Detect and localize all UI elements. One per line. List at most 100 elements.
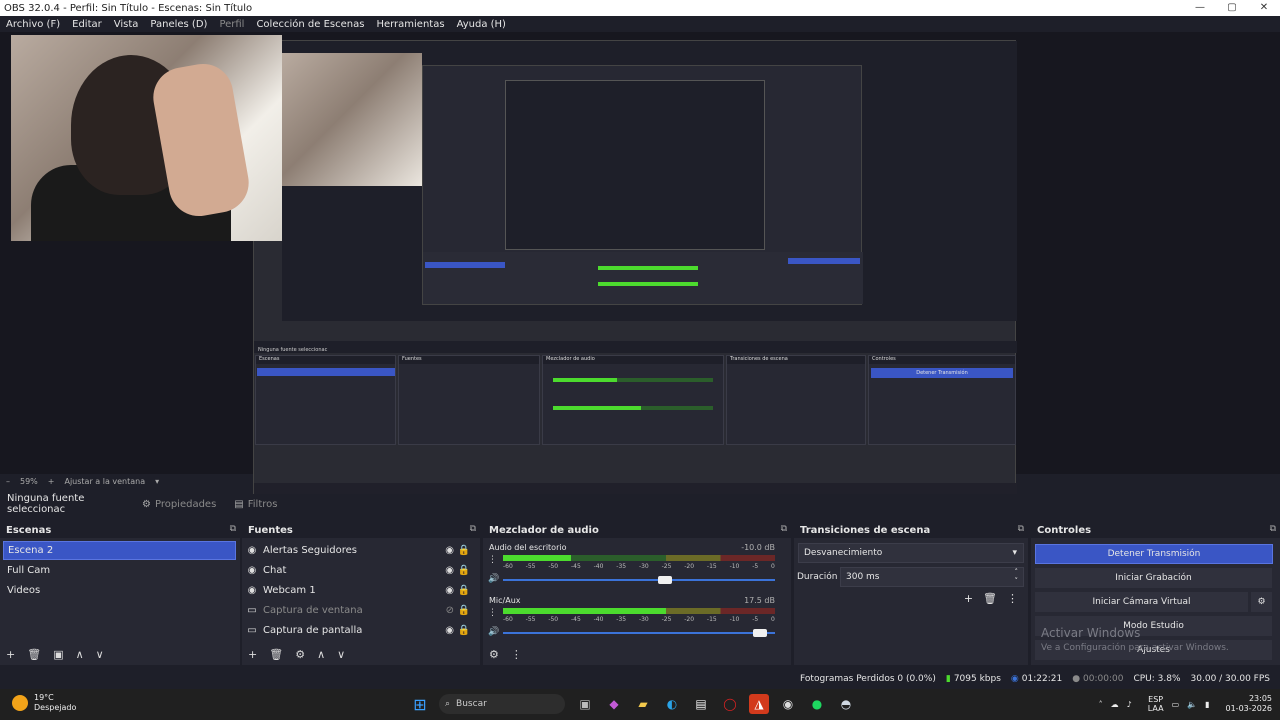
scene-filters-button[interactable]: ▣ [53,648,63,661]
remove-source-button[interactable]: 🗑 [269,648,283,661]
windows-start-icon[interactable]: ⊞ [410,694,430,714]
filters-button[interactable]: ▤ Filtros [234,499,277,510]
window-controls: — ▢ ✕ [1184,0,1280,16]
source-item[interactable]: ◉ Alertas Seguidores ◉ 🔒 [246,541,470,559]
transition-menu-button[interactable]: ⋮ [1007,592,1018,605]
zoom-in-button[interactable]: + [48,477,55,486]
transition-select[interactable]: Desvanecimiento ▾ [798,543,1024,563]
source-item[interactable]: ◉ Webcam 1 ◉ 🔒 [246,581,470,599]
duration-input[interactable]: 300 ms ˄ ˅ [840,567,1024,587]
source-item[interactable]: ▭ Captura de pantalla ◉ 🔒 [246,621,470,639]
opera-icon[interactable]: ◯ [720,694,740,714]
menu-coleccion[interactable]: Colección de Escenas [256,19,364,30]
mixer-menu-button[interactable]: ⋮ [511,648,522,661]
minimize-button[interactable]: — [1184,0,1216,16]
slider-handle[interactable] [752,629,767,637]
copilot-icon[interactable]: ◆ [604,694,624,714]
source-item[interactable]: ◉ Chat ◉ 🔒 [246,561,470,579]
add-source-button[interactable]: + [248,648,257,661]
lock-icon[interactable]: 🔒 [458,545,470,556]
source-properties-button[interactable]: ⚙ [295,648,305,661]
scene-item-full-cam[interactable]: Full Cam [3,561,236,580]
store-icon[interactable]: ▤ [691,694,711,714]
lock-icon[interactable]: 🔒 [458,585,470,596]
mixer-settings-button[interactable]: ⚙ [489,648,499,661]
menu-herramientas[interactable]: Herramientas [376,19,444,30]
close-button[interactable]: ✕ [1248,0,1280,16]
lock-icon[interactable]: 🔒 [458,605,470,616]
move-scene-up-button[interactable]: ∧ [76,648,84,661]
steam-icon[interactable]: ◓ [836,694,856,714]
file-explorer-icon[interactable]: ▰ [633,694,653,714]
volume-slider[interactable] [503,629,775,637]
stop-stream-button[interactable]: Detener Transmisión [1035,544,1273,564]
start-recording-button[interactable]: Iniciar Grabación [1035,568,1272,588]
obs-icon[interactable]: ◉ [778,694,798,714]
volume-slider[interactable] [503,576,775,584]
start-virtual-cam-button[interactable]: Iniciar Cámara Virtual [1035,592,1248,612]
lock-icon[interactable]: 🔒 [458,625,470,636]
zoom-out-button[interactable]: – [6,477,10,486]
language-indicator[interactable]: ESP LAA [1140,695,1164,713]
clock[interactable]: 23:05 01-03-2026 [1218,694,1273,714]
maximize-button[interactable]: ▢ [1216,0,1248,16]
speaker-icon[interactable]: 🔈 [1187,700,1197,709]
scene-item-videos[interactable]: Videos [3,581,236,600]
move-source-up-button[interactable]: ∧ [317,648,325,661]
record-icon: ● [1072,674,1081,684]
move-scene-down-button[interactable]: ∨ [96,648,104,661]
chevron-down-icon[interactable]: ▾ [155,477,159,486]
app-icon[interactable]: ◮ [749,694,769,714]
undock-icon[interactable]: ⧉ [1270,524,1276,534]
taskbar-search[interactable]: ⌕ Buscar [439,694,565,714]
battery-icon[interactable]: ▮ [1205,700,1209,709]
add-scene-button[interactable]: + [6,648,15,661]
eye-icon[interactable]: ◉ [445,585,454,596]
menu-editar[interactable]: Editar [72,19,102,30]
eye-icon[interactable]: ◉ [445,545,454,556]
move-source-down-button[interactable]: ∨ [337,648,345,661]
scene-label: Escena 2 [8,545,54,556]
speaker-icon[interactable]: 🔊 [488,574,499,584]
virtual-cam-settings-button[interactable]: ⚙ [1251,592,1272,612]
fit-to-window[interactable]: Ajustar a la ventana [64,477,145,486]
scale-tick: -50 [548,616,559,623]
mic-icon[interactable]: ♪ [1127,700,1132,709]
scale-tick: -35 [616,563,627,570]
eye-icon[interactable]: ◉ [445,565,454,576]
chevron-up-icon[interactable]: ˄ [1099,700,1103,709]
spotify-icon[interactable]: ● [807,694,827,714]
scene-item-escena-2[interactable]: Escena 2 [3,541,236,560]
speaker-icon[interactable]: 🔊 [488,627,499,637]
edge-icon[interactable]: ◐ [662,694,682,714]
kebab-icon[interactable]: ⋮ [488,555,497,565]
bitrate: 7095 kbps [953,674,1001,684]
cloud-icon[interactable]: ☁ [1111,700,1119,709]
eye-hidden-icon[interactable]: ⊘ [446,605,454,616]
undock-icon[interactable]: ⧉ [781,524,787,534]
properties-button[interactable]: ⚙ Propiedades [142,499,216,510]
lock-icon[interactable]: 🔒 [458,565,470,576]
task-view-icon[interactable]: ▣ [575,694,595,714]
undock-icon[interactable]: ⧉ [230,524,236,534]
remove-transition-button[interactable]: 🗑 [983,592,997,605]
add-transition-button[interactable]: + [964,592,973,605]
scale-tick: -40 [593,616,604,623]
source-item[interactable]: ▭ Captura de ventana ⊘ 🔒 [246,601,470,619]
undock-icon[interactable]: ⧉ [1018,524,1024,534]
menu-ayuda[interactable]: Ayuda (H) [457,19,506,30]
remove-scene-button[interactable]: 🗑 [27,648,41,661]
nested-stop-btn [788,258,860,264]
menu-vista[interactable]: Vista [114,19,139,30]
kebab-icon[interactable]: ⋮ [488,608,497,618]
eye-icon[interactable]: ◉ [445,625,454,636]
menu-paneles[interactable]: Paneles (D) [150,19,207,30]
undock-icon[interactable]: ⧉ [470,524,476,534]
weather-widget[interactable]: 19°C Despejado [12,693,76,713]
preview-canvas[interactable]: Ninguna fuente seleccionac Escenas Fuent… [0,32,1280,501]
menu-perfil[interactable]: Perfil [219,19,244,30]
slider-handle[interactable] [657,576,672,584]
spinner-arrows-icon[interactable]: ˄ ˅ [1015,568,1019,586]
menu-archivo[interactable]: Archivo (F) [6,19,60,30]
monitor-icon[interactable]: ▭ [1172,700,1180,709]
